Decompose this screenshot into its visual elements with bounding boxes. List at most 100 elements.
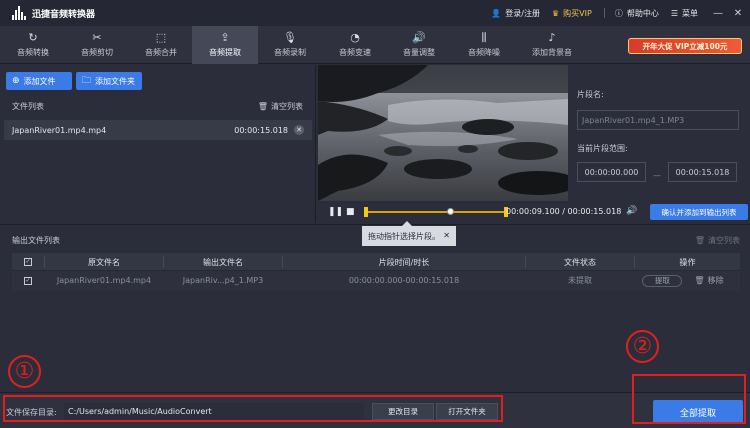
- annotation-box-one: [3, 395, 503, 422]
- column-status: 文件状态: [564, 257, 596, 267]
- waveform-icon: ⫼: [481, 31, 487, 44]
- playback-time: 00:00:09.100 / 00:00:15.018: [506, 207, 621, 216]
- tab-audio-extract[interactable]: ⇪ 音频提取: [192, 26, 258, 64]
- playhead-knob[interactable]: [446, 208, 454, 215]
- menu-label: 菜单: [682, 8, 698, 18]
- output-table-header: ✓ 原文件名 输出文件名 片段时间/时长 文件状态 操作: [12, 253, 740, 271]
- annotation-box-two: [632, 374, 746, 424]
- extract-button[interactable]: 提取: [642, 274, 683, 287]
- help-icon: ⓘ: [614, 8, 623, 18]
- pause-icon[interactable]: ❚❚: [328, 207, 343, 217]
- promo-banner[interactable]: 开年大促 VIP立减100元: [628, 38, 742, 54]
- title-bar: 迅捷音频转换器 👤 登录/注册 ♛ 购买VIP ⓘ 帮助中心 ☰ 菜单 — ✕: [0, 0, 750, 26]
- microphone-icon: 🎙: [283, 31, 297, 44]
- login-label: 登录/注册: [505, 8, 540, 18]
- user-icon: 👤: [491, 8, 502, 18]
- tooltip-close-icon[interactable]: ✕: [443, 231, 450, 240]
- clear-output-label: 清空列表: [708, 236, 740, 245]
- music-note-icon: ♪: [548, 31, 556, 44]
- file-list-title: 文件列表: [12, 102, 44, 111]
- segment-timeline[interactable]: [364, 207, 508, 217]
- menu-button[interactable]: ☰ 菜单: [671, 8, 698, 19]
- segment-name-label: 片段名:: [577, 90, 604, 99]
- tab-noise-reduction[interactable]: ⫼ 音频降噪: [451, 26, 517, 64]
- row-checkbox[interactable]: ✓: [20, 271, 36, 290]
- tab-volume-adjust[interactable]: 🔊 音量调整: [386, 26, 452, 64]
- tab-label: 音频降噪: [468, 48, 500, 57]
- clear-file-list-button[interactable]: 🗑 清空列表: [258, 101, 303, 112]
- clear-output-list-button[interactable]: 🗑 清空列表: [695, 235, 740, 246]
- time-separator: /: [562, 207, 565, 216]
- file-duration: 00:00:15.018: [234, 125, 288, 135]
- tab-label: 音频合并: [145, 48, 177, 57]
- trash-icon: 🗑: [694, 236, 705, 245]
- close-button[interactable]: ✕: [730, 8, 746, 19]
- remove-button[interactable]: 🗑 移除: [694, 275, 723, 286]
- segment-settings: 片段名: JapanRiver01.mp4_1.MP3 当前片段范围: 00:0…: [568, 65, 750, 201]
- confirm-add-to-output-button[interactable]: 确认并添加到输出列表: [650, 204, 748, 220]
- tab-label: 音频剪切: [81, 48, 113, 57]
- login-button[interactable]: 👤 登录/注册: [491, 8, 540, 19]
- column-actions: 操作: [679, 257, 696, 267]
- remove-label: 移除: [707, 276, 724, 285]
- remove-file-icon[interactable]: ✕: [294, 125, 304, 135]
- menu-icon: ☰: [670, 8, 678, 18]
- add-file-button[interactable]: ⊕ 添加文件: [6, 72, 72, 90]
- segment-name-input[interactable]: JapanRiver01.mp4_1.MP3: [577, 110, 739, 130]
- tab-label: 音频变速: [339, 48, 371, 57]
- tab-label: 音频提取: [209, 48, 241, 57]
- timeline-hint-tooltip: 拖动指针选择片段。 ✕: [362, 221, 456, 246]
- column-source-name: 原文件名: [88, 257, 120, 267]
- vip-crown-icon: ♛: [552, 8, 560, 18]
- file-name: JapanRiver01.mp4.mp4: [12, 125, 107, 135]
- tab-label: 添加背景音: [532, 48, 572, 57]
- app-title: 迅捷音频转换器: [32, 9, 96, 20]
- add-folder-label: 添加文件夹: [95, 76, 136, 86]
- tab-label: 音频录制: [274, 48, 306, 57]
- minimize-button[interactable]: —: [710, 8, 726, 19]
- extract-icon: ⇪: [220, 31, 230, 44]
- tab-audio-convert[interactable]: ↻ 音频转换: [0, 26, 66, 64]
- tab-audio-cut[interactable]: ✂ 音频剪切: [64, 26, 130, 64]
- merge-icon: ⬚: [155, 31, 167, 44]
- total-time: 00:00:15.018: [567, 207, 622, 216]
- scissors-icon: ✂: [92, 31, 102, 44]
- tab-label: 音频转换: [17, 48, 49, 57]
- column-output-name: 输出文件名: [203, 257, 243, 267]
- segment-end-input[interactable]: 00:00:15.018: [668, 162, 737, 182]
- help-center-button[interactable]: ⓘ 帮助中心: [615, 8, 659, 19]
- segment-start-handle[interactable]: [364, 207, 368, 217]
- app-logo-icon: [12, 6, 26, 20]
- add-file-label: 添加文件: [23, 76, 56, 86]
- tab-audio-record[interactable]: 🎙 音频录制: [257, 26, 323, 64]
- tab-audio-merge[interactable]: ⬚ 音频合并: [128, 26, 194, 64]
- file-panel: ⊕ 添加文件 🗀 添加文件夹 文件列表 🗑 清空列表 JapanRiver01.…: [0, 65, 316, 223]
- annotation-number-two: ②: [626, 330, 659, 363]
- tab-audio-speed[interactable]: ◔ 音频变速: [322, 26, 388, 64]
- volume-icon: 🔊: [412, 31, 426, 44]
- current-time: 00:00:09.100: [506, 207, 560, 216]
- video-preview[interactable]: [318, 65, 568, 201]
- output-list-title: 输出文件列表: [12, 236, 60, 245]
- row-status: 未提取: [568, 276, 592, 285]
- range-dash: —: [653, 171, 661, 180]
- speed-icon: ◔: [350, 31, 360, 44]
- stop-icon[interactable]: ■: [346, 207, 355, 217]
- tab-background-music[interactable]: ♪ 添加背景音: [516, 26, 588, 64]
- add-folder-button[interactable]: 🗀 添加文件夹: [76, 72, 142, 90]
- plus-circle-icon: ⊕: [12, 76, 20, 86]
- output-file-panel: 输出文件列表 🗑 清空列表 ✓ 原文件名 输出文件名 片段时间/时长 文件状态 …: [0, 224, 750, 392]
- row-output-name: JapanRiv...p4_1.MP3: [182, 276, 264, 285]
- column-segment-time: 片段时间/时长: [378, 257, 430, 267]
- select-all-checkbox[interactable]: ✓: [20, 253, 36, 271]
- segment-start-input[interactable]: 00:00:00.000: [577, 162, 646, 182]
- table-row[interactable]: ✓ JapanRiver01.mp4.mp4 JapanRiv...p4_1.M…: [12, 271, 740, 290]
- volume-icon[interactable]: 🔊: [626, 206, 637, 216]
- clear-list-label: 清空列表: [271, 102, 303, 111]
- annotation-number-one: ①: [8, 355, 41, 388]
- buy-vip-label: 购买VIP: [563, 8, 592, 18]
- convert-icon: ↻: [28, 31, 38, 44]
- file-list-item[interactable]: JapanRiver01.mp4.mp4 00:00:15.018 ✕: [4, 120, 312, 140]
- video-frame-image: [318, 65, 568, 201]
- buy-vip-button[interactable]: ♛ 购买VIP: [552, 8, 592, 19]
